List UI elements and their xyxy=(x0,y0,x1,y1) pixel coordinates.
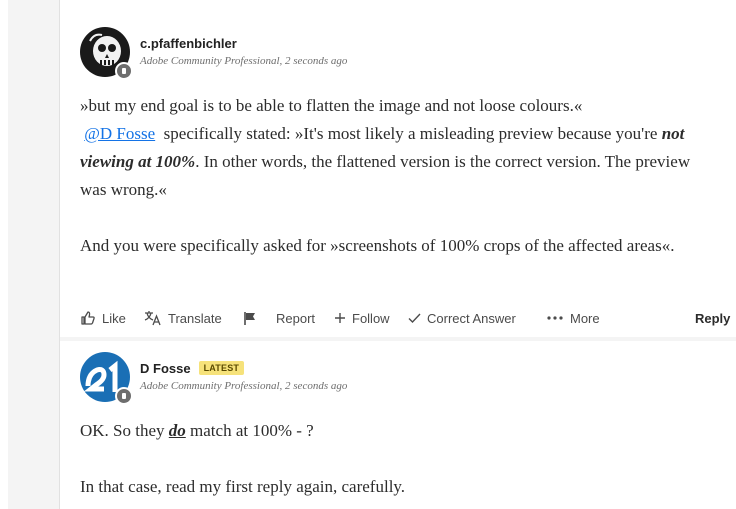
page-gutter xyxy=(0,0,8,509)
avatar-d-fosse[interactable] xyxy=(80,352,133,405)
avatar-c-pfaffenbichler[interactable] xyxy=(80,27,133,80)
flag-icon xyxy=(244,312,255,325)
follow-button[interactable]: Follow xyxy=(334,307,390,329)
translate-icon xyxy=(144,311,161,326)
author-name[interactable]: c.pfaffenbichler xyxy=(140,36,237,51)
post-paragraph: »but my end goal is to be able to flatte… xyxy=(80,96,583,115)
community-professional-badge-icon xyxy=(115,62,133,80)
report-button[interactable]: Report xyxy=(242,307,315,329)
post-actions: Like Translate Report Follow Correct Ans… xyxy=(80,307,736,329)
correct-answer-label: Correct Answer xyxy=(427,310,516,326)
correct-answer-button[interactable]: Correct Answer xyxy=(408,307,516,329)
author-role: Adobe Community Professional xyxy=(140,380,280,392)
reply-button[interactable]: Reply xyxy=(695,307,730,329)
thumbs-up-icon xyxy=(81,311,95,325)
mention-link[interactable]: @D Fosse xyxy=(84,124,155,143)
post-time: 2 seconds ago xyxy=(285,380,348,392)
follow-label: Follow xyxy=(352,310,390,326)
reply-label: Reply xyxy=(695,310,731,326)
post-body: OK. So they do match at 100% - ? In that… xyxy=(80,417,720,501)
latest-badge: LATEST xyxy=(198,361,245,375)
ellipsis-icon xyxy=(547,316,563,320)
more-label: More xyxy=(570,310,600,326)
author-name[interactable]: D Fosse xyxy=(140,361,191,376)
post-body: »but my end goal is to be able to flatte… xyxy=(80,92,720,260)
author-name-row: D Fosse LATEST xyxy=(140,361,245,376)
post-paragraph: OK. So they do match at 100% - ? xyxy=(80,421,314,440)
post-paragraph: And you were specifically asked for »scr… xyxy=(80,236,675,255)
like-button[interactable]: Like xyxy=(80,307,126,329)
author-meta: Adobe Community Professional, 2 seconds … xyxy=(140,55,348,67)
like-label: Like xyxy=(102,310,126,326)
checkmark-icon xyxy=(408,313,421,324)
plus-icon xyxy=(335,313,345,323)
emphasis-text: do xyxy=(168,421,186,440)
community-professional-badge-icon xyxy=(115,387,133,405)
post-paragraph: @D Fosse specifically stated: »It's most… xyxy=(80,124,691,199)
report-label: Report xyxy=(276,310,316,326)
post-paragraph: In that case, read my first reply again,… xyxy=(80,477,406,496)
author-meta: Adobe Community Professional, 2 seconds … xyxy=(140,380,348,392)
more-button[interactable]: More xyxy=(546,307,600,329)
translate-button[interactable]: Translate xyxy=(144,307,222,329)
post-time: 2 seconds ago xyxy=(285,55,348,67)
translate-label: Translate xyxy=(168,310,222,326)
author-role: Adobe Community Professional xyxy=(140,55,280,67)
